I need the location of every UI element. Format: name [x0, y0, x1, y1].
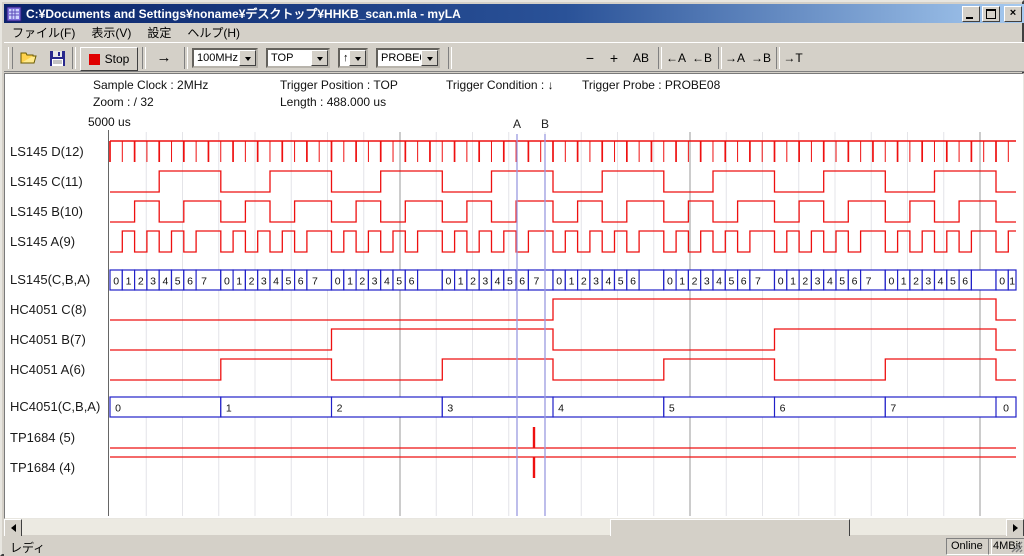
toolbar-separator — [72, 47, 76, 69]
toolbar-separator — [718, 47, 722, 69]
dropdown-arrow-icon[interactable] — [311, 50, 328, 66]
open-file-button[interactable] — [16, 47, 42, 69]
floppy-icon — [50, 51, 65, 66]
trigger-pos-combo[interactable]: TOP — [266, 48, 330, 68]
dropdown-arrow-icon[interactable] — [349, 50, 366, 66]
stop-label: Stop — [105, 52, 130, 66]
horizontal-scrollbar[interactable] — [4, 519, 1024, 535]
waveform-view[interactable] — [4, 73, 1024, 519]
toolbar-separator — [658, 47, 662, 69]
close-button[interactable]: × — [1004, 6, 1022, 22]
toolbar-separator — [142, 47, 146, 69]
goto-cursor-a-left-button[interactable]: ←A — [664, 47, 688, 69]
trigger-pos-value: TOP — [271, 52, 293, 64]
trigger-edge-combo[interactable]: ↑ — [338, 48, 368, 68]
trigger-edge-value: ↑ — [343, 52, 349, 64]
menu-file[interactable]: ファイル(F) — [4, 22, 83, 43]
scrollbar-thumb[interactable] — [610, 519, 850, 537]
window-title: C:¥Documents and Settings¥noname¥デスクトップ¥… — [26, 5, 960, 22]
status-online-badge: Online — [946, 538, 992, 555]
stop-button[interactable]: Stop — [80, 47, 138, 71]
app-window: C:¥Documents and Settings¥noname¥デスクトップ¥… — [0, 0, 1024, 556]
sample-clock-combo[interactable]: 100MHz — [192, 48, 258, 68]
goto-cursor-a-right-button[interactable]: →A — [723, 47, 747, 69]
scroll-right-button[interactable] — [1006, 519, 1024, 537]
title-bar[interactable]: C:¥Documents and Settings¥noname¥デスクトップ¥… — [4, 4, 1024, 23]
trigger-probe-combo[interactable]: PROBE00 — [376, 48, 440, 68]
menu-settings[interactable]: 設定 — [139, 22, 179, 43]
resize-grip-icon — [1010, 540, 1023, 553]
menu-view[interactable]: 表示(V) — [83, 22, 139, 43]
menu-bar: ファイル(F) 表示(V) 設定 ヘルプ(H) — [4, 23, 1024, 42]
toolbar-separator — [184, 47, 188, 69]
open-folder-icon — [20, 51, 38, 65]
zoom-ab-button[interactable]: AB — [628, 47, 654, 69]
run-button[interactable]: → — [150, 47, 178, 69]
scroll-left-button[interactable] — [4, 519, 22, 537]
status-ready-text: レディ — [10, 539, 45, 556]
sample-clock-value: 100MHz — [197, 52, 238, 64]
toolbar-separator — [448, 47, 452, 69]
toolbar-separator — [776, 47, 780, 69]
toolbar-grip — [8, 47, 13, 69]
maximize-button[interactable] — [982, 6, 1000, 22]
menu-help[interactable]: ヘルプ(H) — [179, 22, 248, 43]
stop-icon — [89, 54, 100, 65]
app-icon — [6, 6, 22, 22]
save-button[interactable] — [44, 47, 70, 69]
minimize-button[interactable] — [962, 6, 980, 22]
toolbar: Stop → 100MHz TOP ↑ PROBE00 − + AB ←A ←B — [4, 42, 1024, 72]
dropdown-arrow-icon[interactable] — [421, 50, 438, 66]
goto-cursor-b-left-button[interactable]: ←B — [690, 47, 714, 69]
zoom-out-button[interactable]: − — [580, 47, 600, 69]
zoom-in-button[interactable]: + — [604, 47, 624, 69]
dropdown-arrow-icon[interactable] — [239, 50, 256, 66]
goto-cursor-b-right-button[interactable]: →B — [749, 47, 773, 69]
status-bar: レディ Online 4MBit — [4, 536, 1024, 556]
goto-trigger-button[interactable]: →T — [781, 47, 805, 69]
